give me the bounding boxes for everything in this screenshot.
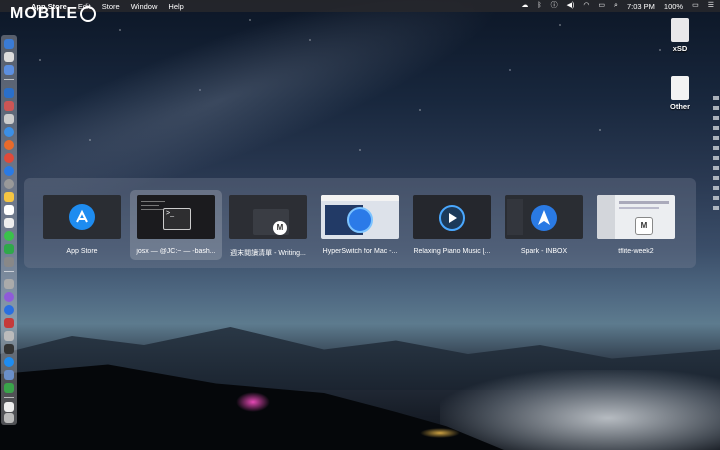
vscode-icon[interactable] [4,88,14,98]
app-icon[interactable] [4,65,14,75]
window-thumbnail [413,195,491,239]
window-thumbnail: M [229,195,307,239]
play-icon [439,205,465,231]
switcher-window-app-store[interactable]: App Store [36,190,128,260]
window-title: App Store [66,248,98,255]
window-title: josx — @JC:~ — -bash... [136,248,216,255]
window-thumbnail [43,195,121,239]
switcher-window-hyperswitch[interactable]: HyperSwitch for Mac -... [314,190,406,260]
notes-icon[interactable] [4,192,14,202]
dock-separator [4,397,14,398]
bluetooth-icon[interactable]: ᛒ [537,0,541,12]
app-icon[interactable] [4,370,14,380]
switcher-window-tflite[interactable]: M tflite-week2 [590,190,682,260]
trash-icon[interactable] [4,413,14,423]
spark-icon[interactable] [4,166,14,176]
info-icon[interactable]: ⓘ [551,0,558,12]
switcher-window-music[interactable]: Relaxing Piano Music [... [406,190,498,260]
desktop-icon-label: Other [669,102,690,111]
app-store-icon[interactable] [4,357,14,367]
podcasts-icon[interactable] [4,292,14,302]
window-title: Relaxing Piano Music [... [413,248,491,255]
app-icon[interactable] [4,114,14,124]
window-thumbnail [321,195,399,239]
writing-app-icon: M [273,221,287,235]
watermark-logo: MOBILE [10,5,97,23]
clock[interactable]: 7:03 PM [627,2,655,11]
watermark-01-mark [80,5,97,22]
app-icon[interactable] [4,101,14,111]
watermark-text: MOBILE [10,5,79,22]
menu-window[interactable]: Window [131,2,158,11]
messages-icon[interactable] [4,231,14,241]
spark-icon [531,205,557,231]
document-icon [671,76,689,100]
app-icon[interactable] [4,331,14,341]
window-title: HyperSwitch for Mac -... [322,248,398,255]
app-icon[interactable] [4,305,14,315]
app-icon[interactable] [4,383,14,393]
cloud-icon[interactable]: ☁ [521,0,528,12]
app-switcher: App Store >_ josx — @JC:~ — -bash... M 週… [24,178,696,268]
window-thumbnail [505,195,583,239]
app-store-icon [69,204,95,230]
window-title: Spark - INBOX [520,248,568,255]
wallpaper-lights [236,392,270,412]
document-icon: M [635,217,653,235]
menu-help[interactable]: Help [168,2,183,11]
wifi-icon[interactable]: ◠ [583,0,589,12]
switcher-window-terminal[interactable]: >_ josx — @JC:~ — -bash... [130,190,222,260]
window-title: tflite-week2 [618,248,654,255]
dock-separator [4,271,14,272]
switcher-window-spark[interactable]: Spark - INBOX [498,190,590,260]
app-icon[interactable] [4,179,14,189]
terminal-icon: >_ [163,208,191,230]
chrome-icon[interactable] [4,153,14,163]
spotlight-icon[interactable]: ⌕ [614,0,618,12]
volume-icon[interactable]: ◀) [567,0,575,12]
desktop-icon-label: xSD [672,44,688,53]
switcher-window-writing[interactable]: M 週末閱讀清單 - Writing... [222,190,314,260]
battery-icon[interactable]: ▭ [692,0,699,12]
app-icon[interactable] [4,257,14,267]
safari-icon [347,207,373,233]
launchpad-icon[interactable] [4,52,14,62]
window-title: 週末閱讀清單 - Writing... [230,250,306,257]
dock-separator [4,79,14,80]
menu-store[interactable]: Store [102,2,120,11]
app-icon[interactable] [4,318,14,328]
offscreen-items [712,90,720,310]
document-icon[interactable] [4,402,14,412]
firefox-icon[interactable] [4,140,14,150]
desktop-icon-other[interactable]: Other [663,76,697,111]
menu-extras-icon[interactable]: ☰ [708,0,714,12]
dock [1,35,17,425]
wallpaper-clouds [440,370,720,450]
safari-icon[interactable] [4,127,14,137]
app-icon[interactable] [4,344,14,354]
facetime-icon[interactable] [4,244,14,254]
calendar-icon[interactable] [4,205,14,215]
sd-card-icon [671,18,689,42]
desktop-icon-xsd[interactable]: xSD [663,18,697,53]
window-thumbnail: >_ [137,195,215,239]
status-area: ☁ ᛒ ⓘ ◀) ◠ ▭ ⌕ 7:03 PM 100% ▭ ☰ [521,0,714,12]
wallpaper-town-lights [420,428,460,438]
display-icon[interactable]: ▭ [598,0,605,12]
app-icon[interactable] [4,279,14,289]
window-thumbnail: M [597,195,675,239]
finder-icon[interactable] [4,39,14,49]
reminders-icon[interactable] [4,218,14,228]
menu-bar: App Store Edit Store Window Help ☁ ᛒ ⓘ ◀… [0,0,720,12]
battery-percent[interactable]: 100% [664,2,683,11]
